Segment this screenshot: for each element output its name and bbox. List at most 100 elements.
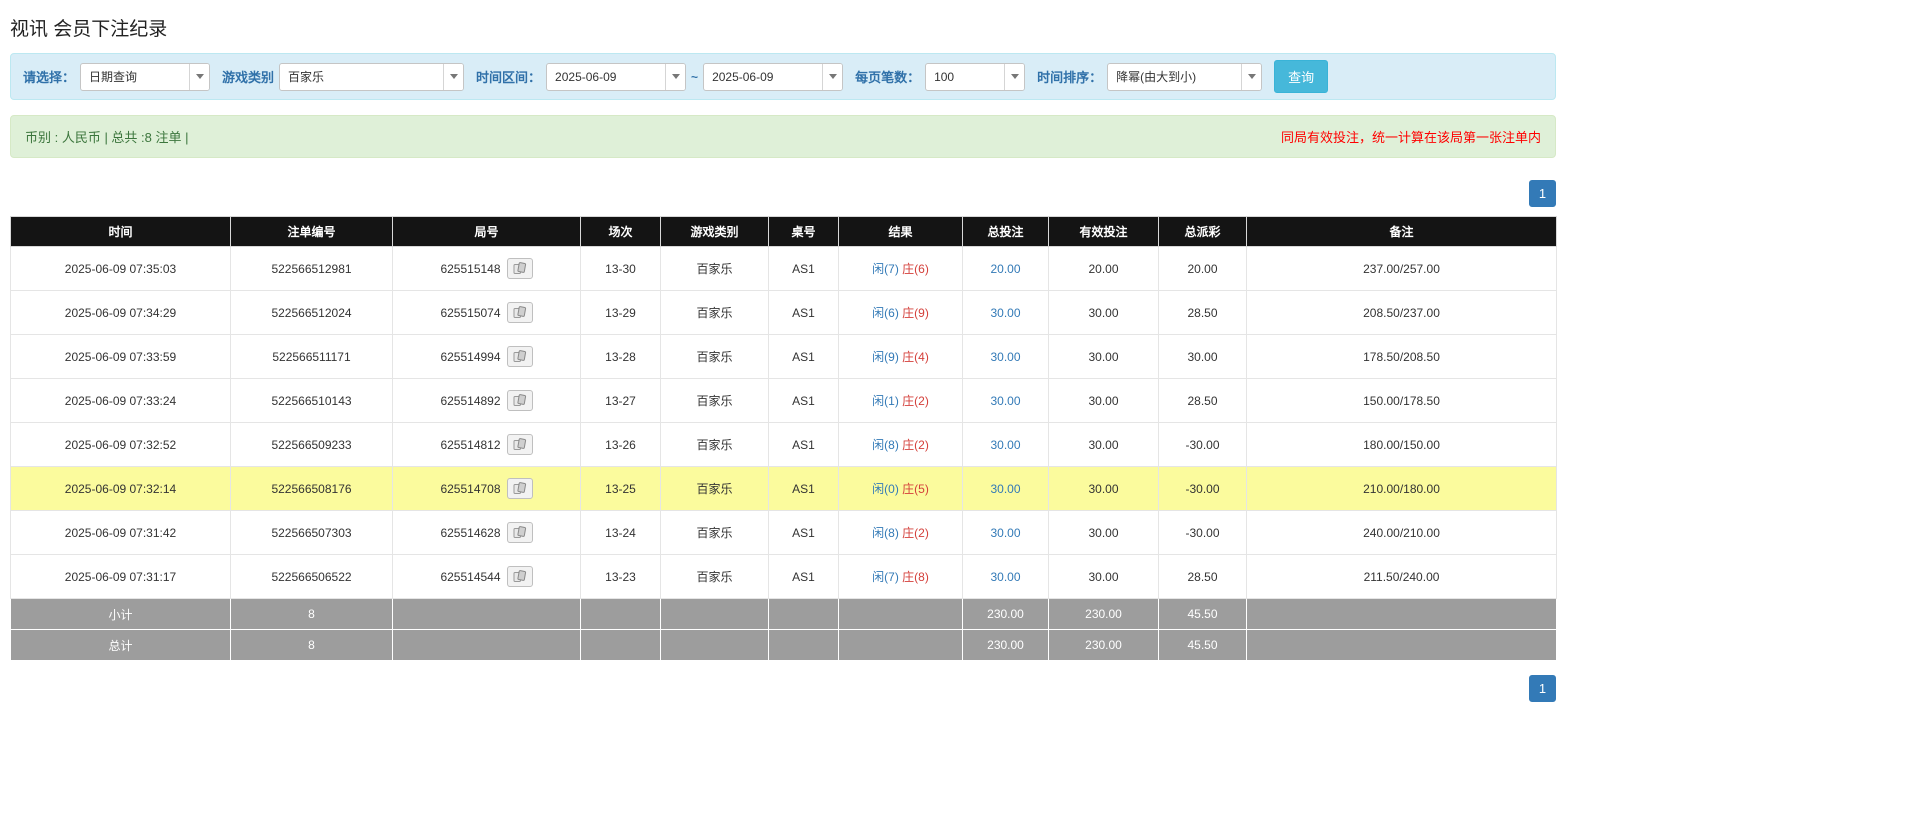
result-banker: 庄(2) bbox=[902, 394, 929, 408]
cell-time: 2025-06-09 07:34:29 bbox=[11, 291, 231, 335]
total-bet-link[interactable]: 30.00 bbox=[990, 482, 1020, 496]
cell-session: 13-25 bbox=[581, 467, 661, 511]
query-type-select[interactable]: 日期查询 bbox=[80, 63, 210, 91]
game-replay-icon[interactable] bbox=[507, 522, 533, 543]
cell-round-id: 625514628 bbox=[393, 511, 581, 555]
game-replay-icon[interactable] bbox=[507, 434, 533, 455]
cell-time: 2025-06-09 07:33:59 bbox=[11, 335, 231, 379]
page-button[interactable]: 1 bbox=[1529, 180, 1556, 207]
total-bet-link[interactable]: 20.00 bbox=[990, 262, 1020, 276]
filter-bar: 请选择： 日期查询 游戏类别 百家乐 时间区间： 2025-06-09 ~ 20… bbox=[10, 53, 1556, 100]
cell-bet-id: 522566507303 bbox=[231, 511, 393, 555]
cell-round-id: 625514708 bbox=[393, 467, 581, 511]
header-game-type: 游戏类别 bbox=[661, 217, 769, 247]
cell-table-no: AS1 bbox=[769, 247, 839, 291]
chevron-down-icon[interactable] bbox=[1004, 64, 1024, 90]
subtotal-total-bet: 230.00 bbox=[963, 599, 1049, 630]
table-row: 2025-06-09 07:31:42 522566507303 6255146… bbox=[11, 511, 1557, 555]
cell-bet-id: 522566512024 bbox=[231, 291, 393, 335]
chevron-down-icon[interactable] bbox=[822, 64, 842, 90]
cell-round-id: 625514544 bbox=[393, 555, 581, 599]
cell-bet-id: 522566509233 bbox=[231, 423, 393, 467]
cell-game-type: 百家乐 bbox=[661, 467, 769, 511]
result-player: 闲(9) bbox=[872, 350, 899, 364]
cell-table-no: AS1 bbox=[769, 379, 839, 423]
date-to-select[interactable]: 2025-06-09 bbox=[703, 63, 843, 91]
cell-valid-bet: 20.00 bbox=[1049, 247, 1159, 291]
cell-time: 2025-06-09 07:32:14 bbox=[11, 467, 231, 511]
cell-round-id: 625515148 bbox=[393, 247, 581, 291]
table-row: 2025-06-09 07:34:29 522566512024 6255150… bbox=[11, 291, 1557, 335]
page-title: 视讯 会员下注纪录 bbox=[10, 14, 1556, 41]
cell-note: 211.50/240.00 bbox=[1247, 555, 1557, 599]
game-type-select[interactable]: 百家乐 bbox=[279, 63, 464, 91]
page-size-select[interactable]: 100 bbox=[925, 63, 1025, 91]
result-player: 闲(7) bbox=[872, 262, 899, 276]
game-replay-icon[interactable] bbox=[507, 566, 533, 587]
sort-order-select[interactable]: 降幂(由大到小) bbox=[1107, 63, 1262, 91]
round-id-value: 625514812 bbox=[440, 438, 500, 452]
cell-valid-bet: 30.00 bbox=[1049, 335, 1159, 379]
round-id-value: 625515074 bbox=[440, 306, 500, 320]
search-button[interactable]: 查询 bbox=[1274, 60, 1328, 93]
cell-total-bet: 30.00 bbox=[963, 511, 1049, 555]
header-table-no: 桌号 bbox=[769, 217, 839, 247]
date-from-select[interactable]: 2025-06-09 bbox=[546, 63, 686, 91]
table-row: 2025-06-09 07:35:03 522566512981 6255151… bbox=[11, 247, 1557, 291]
cell-payout: 20.00 bbox=[1159, 247, 1247, 291]
cell-table-no: AS1 bbox=[769, 555, 839, 599]
cell-time: 2025-06-09 07:31:17 bbox=[11, 555, 231, 599]
cell-table-no: AS1 bbox=[769, 423, 839, 467]
cell-round-id: 625515074 bbox=[393, 291, 581, 335]
result-player: 闲(6) bbox=[872, 306, 899, 320]
total-bet-link[interactable]: 30.00 bbox=[990, 306, 1020, 320]
cell-bet-id: 522566506522 bbox=[231, 555, 393, 599]
game-replay-icon[interactable] bbox=[507, 346, 533, 367]
cell-payout: -30.00 bbox=[1159, 423, 1247, 467]
table-row: 2025-06-09 07:31:17 522566506522 6255145… bbox=[11, 555, 1557, 599]
cell-game-type: 百家乐 bbox=[661, 291, 769, 335]
sort-order-value: 降幂(由大到小) bbox=[1108, 68, 1241, 85]
subtotal-count: 8 bbox=[231, 599, 393, 630]
cell-bet-id: 522566510143 bbox=[231, 379, 393, 423]
cell-session: 13-30 bbox=[581, 247, 661, 291]
main-content: 视讯 会员下注纪录 请选择： 日期查询 游戏类别 百家乐 时间区间： 2025-… bbox=[10, 0, 1556, 702]
result-banker: 庄(6) bbox=[902, 262, 929, 276]
cell-session: 13-23 bbox=[581, 555, 661, 599]
page-size-label: 每页笔数： bbox=[855, 67, 920, 86]
cell-total-bet: 30.00 bbox=[963, 467, 1049, 511]
cell-valid-bet: 30.00 bbox=[1049, 467, 1159, 511]
cell-round-id: 625514812 bbox=[393, 423, 581, 467]
result-banker: 庄(2) bbox=[902, 526, 929, 540]
cell-session: 13-24 bbox=[581, 511, 661, 555]
cell-valid-bet: 30.00 bbox=[1049, 379, 1159, 423]
chevron-down-icon[interactable] bbox=[1241, 64, 1261, 90]
total-bet-link[interactable]: 30.00 bbox=[990, 570, 1020, 584]
cell-valid-bet: 30.00 bbox=[1049, 555, 1159, 599]
total-bet-link[interactable]: 30.00 bbox=[990, 350, 1020, 364]
result-player: 闲(8) bbox=[872, 438, 899, 452]
game-replay-icon[interactable] bbox=[507, 258, 533, 279]
table-row: 2025-06-09 07:33:24 522566510143 6255148… bbox=[11, 379, 1557, 423]
cell-bet-id: 522566512981 bbox=[231, 247, 393, 291]
total-bet-link[interactable]: 30.00 bbox=[990, 438, 1020, 452]
total-bet-link[interactable]: 30.00 bbox=[990, 526, 1020, 540]
game-replay-icon[interactable] bbox=[507, 478, 533, 499]
total-label: 总计 bbox=[11, 630, 231, 661]
cell-game-type: 百家乐 bbox=[661, 335, 769, 379]
cell-total-bet: 30.00 bbox=[963, 291, 1049, 335]
cell-note: 178.50/208.50 bbox=[1247, 335, 1557, 379]
game-replay-icon[interactable] bbox=[507, 390, 533, 411]
total-bet-link[interactable]: 30.00 bbox=[990, 394, 1020, 408]
date-separator: ~ bbox=[691, 70, 698, 84]
cell-note: 210.00/180.00 bbox=[1247, 467, 1557, 511]
result-player: 闲(7) bbox=[872, 570, 899, 584]
header-payout: 总派彩 bbox=[1159, 217, 1247, 247]
page-button[interactable]: 1 bbox=[1529, 675, 1556, 702]
game-replay-icon[interactable] bbox=[507, 302, 533, 323]
chevron-down-icon[interactable] bbox=[443, 64, 463, 90]
result-player: 闲(0) bbox=[872, 482, 899, 496]
chevron-down-icon[interactable] bbox=[189, 64, 209, 90]
chevron-down-icon[interactable] bbox=[665, 64, 685, 90]
result-player: 闲(1) bbox=[872, 394, 899, 408]
